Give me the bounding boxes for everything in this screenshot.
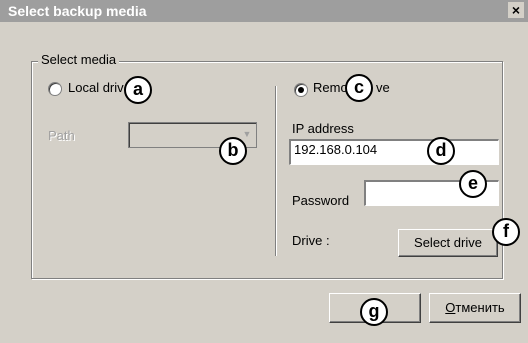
- callout-g: g: [360, 298, 388, 326]
- callout-b: b: [219, 137, 247, 165]
- callout-e: e: [459, 170, 487, 198]
- callout-d: d: [427, 137, 455, 165]
- ip-address-input[interactable]: 192.168.0.104: [289, 139, 499, 165]
- password-label: Password: [292, 193, 350, 208]
- remote-drive-label-start[interactable]: Remo: [313, 80, 348, 95]
- remote-drive-label-end[interactable]: ve: [376, 80, 390, 95]
- cancel-label-accel: О: [445, 300, 456, 315]
- divider: [275, 86, 276, 256]
- cancel-label: тменить: [455, 300, 505, 315]
- callout-f: f: [492, 218, 520, 246]
- select-drive-label: Select drive: [414, 235, 482, 250]
- callout-a: a: [124, 76, 152, 104]
- callout-c: c: [345, 74, 373, 102]
- dialog-title: Select backup media: [8, 3, 147, 19]
- path-label: Path: [48, 128, 75, 143]
- close-icon[interactable]: ×: [508, 2, 524, 18]
- drive-label: Drive :: [292, 233, 330, 248]
- ip-address-label: IP address: [292, 121, 354, 136]
- radio-selected-dot: [298, 87, 304, 93]
- ip-address-value: 192.168.0.104: [294, 142, 378, 157]
- group-label: Select media: [38, 52, 120, 67]
- cancel-button[interactable]: Отменить: [429, 293, 521, 323]
- backup-dialog: Select backup media × Select media Local…: [0, 0, 528, 343]
- local-drive-radio[interactable]: [48, 82, 62, 96]
- title-bar: Select backup media ×: [0, 0, 528, 22]
- local-drive-label[interactable]: Local driv: [68, 80, 124, 95]
- select-drive-button[interactable]: Select drive: [398, 229, 498, 257]
- remote-drive-radio[interactable]: [294, 83, 308, 97]
